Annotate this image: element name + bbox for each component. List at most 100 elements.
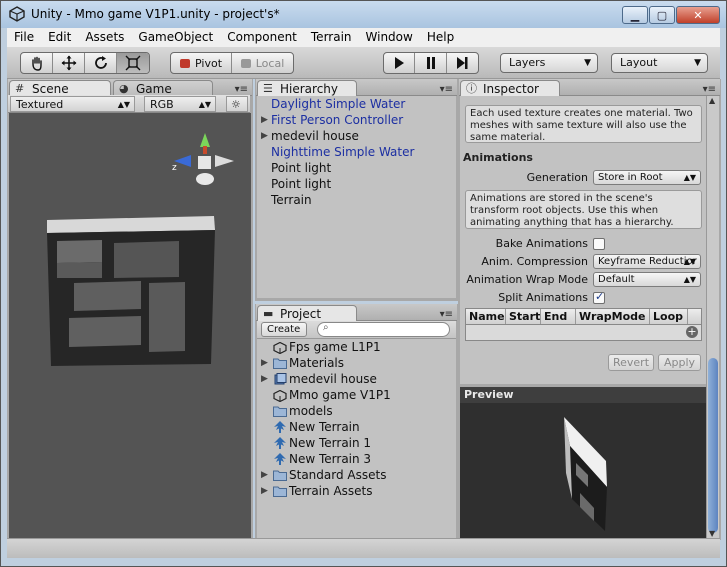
tab-scene[interactable]: # Scene [9,80,111,96]
pause-button[interactable] [415,53,447,73]
menu-edit[interactable]: Edit [41,28,78,47]
layout-dropdown[interactable]: Layout ▼ [611,53,708,73]
render-mode-value: Textured [16,98,64,111]
project-item[interactable]: medevil house [289,371,377,387]
revert-button[interactable]: Revert [608,354,654,371]
project-item[interactable]: Terrain Assets [289,483,373,499]
project-item[interactable]: Fps game L1P1 [289,339,381,355]
menu-window[interactable]: Window [359,28,420,47]
foldout-arrow-icon[interactable]: ▶ [261,358,268,368]
terrain-tree-icon [274,421,286,433]
wrap-mode-dropdown[interactable]: Default ▲▼ [593,272,701,287]
gizmo-z-label: z [172,163,177,173]
tab-project[interactable]: ▬ Project [257,305,357,321]
tab-game[interactable]: ◕ Game [113,80,213,96]
menu-help[interactable]: Help [420,28,461,47]
scroll-down-icon[interactable]: ▼ [709,529,715,538]
foldout-arrow-icon[interactable]: ▶ [261,374,268,384]
preview-viewport[interactable] [460,403,706,538]
tab-inspector[interactable]: ⓘ Inspector [460,80,560,96]
project-item[interactable]: models [289,403,333,419]
rotate-tool-button[interactable] [85,53,117,73]
hierarchy-item[interactable]: Nighttime Simple Water [271,144,414,160]
create-dropdown[interactable]: Create ▼ [261,322,307,348]
menu-file[interactable]: File [7,28,41,47]
project-item[interactable]: Materials [289,355,344,371]
move-tool-button[interactable] [53,53,85,73]
apply-button[interactable]: Apply [658,354,701,371]
preview-header[interactable]: Preview [460,387,706,403]
play-button[interactable] [384,53,416,73]
clips-col-end[interactable]: End [541,309,576,324]
hierarchy-item[interactable]: Daylight Simple Water [271,96,405,112]
house-model [47,216,215,233]
panel-menu-icon[interactable]: ▾≡ [703,84,716,95]
scene-viewport[interactable]: z [9,113,251,538]
hierarchy-item[interactable]: Point light [271,160,331,176]
hierarchy-item[interactable]: medevil house [271,128,359,144]
clips-col-start[interactable]: Start [506,309,541,324]
clips-col-name[interactable]: Name [466,309,506,324]
project-tabbar: ▬ Project ▾≡ [256,304,457,321]
lighting-toggle[interactable]: ☼ [226,96,248,112]
local-button[interactable]: Local [232,53,293,73]
add-clip-button[interactable]: + [686,326,698,338]
project-item[interactable]: Standard Assets [289,467,386,483]
project-item[interactable]: Mmo game V1P1 [289,387,391,403]
game-pacman-icon: ◕ [119,82,129,95]
close-button[interactable]: ✕ [676,6,720,24]
inspector-scrollbar[interactable]: ▲ ▼ [706,96,719,538]
generation-value: Store in Root [598,172,663,183]
chevron-updown-icon: ▲▼ [683,275,696,284]
folder-icon [273,470,287,481]
split-animations-checkbox[interactable]: ✓ [593,290,605,304]
wrap-mode-label: Animation Wrap Mode [466,273,588,286]
menu-terrain[interactable]: Terrain [304,28,359,47]
foldout-arrow-icon[interactable]: ▶ [261,470,268,480]
scrollbar-thumb[interactable] [708,358,718,533]
minimize-button[interactable]: ▁ [622,6,648,24]
panel-menu-icon[interactable]: ▾≡ [440,84,453,95]
foldout-arrow-icon[interactable]: ▶ [261,115,268,125]
hand-tool-button[interactable] [21,53,53,73]
menu-component[interactable]: Component [220,28,304,47]
project-item[interactable]: New Terrain 1 [289,435,371,451]
pivot-button[interactable]: Pivot [171,53,233,73]
anim-compression-dropdown[interactable]: Keyframe Reductior ▲▼ [593,254,701,269]
render-mode-dropdown[interactable]: Textured ▲▼ [10,96,135,112]
hierarchy-item[interactable]: First Person Controller [271,112,403,128]
tab-hierarchy[interactable]: ☰ Hierarchy [257,80,357,96]
scroll-up-icon[interactable]: ▲ [709,96,715,105]
anim-compression-label: Anim. Compression [481,255,588,268]
scale-tool-button[interactable] [117,53,149,73]
tab-project-label: Project [280,307,322,321]
anim-compression-value: Keyframe Reductior [598,256,697,267]
color-mode-dropdown[interactable]: RGB ▲▼ [144,96,216,112]
project-search-input[interactable]: ⌕ [317,322,450,337]
panel-menu-icon[interactable]: ▾≡ [440,309,453,320]
clips-col-wrapmode[interactable]: WrapMode [576,309,650,324]
chevron-down-icon: ▼ [584,58,591,68]
project-item[interactable]: New Terrain [289,419,360,435]
menu-assets[interactable]: Assets [78,28,131,47]
scene-render: z [47,133,234,366]
clips-col-loop[interactable]: Loop [650,309,688,324]
inspector-tabbar: ⓘ Inspector ▾≡ [459,79,720,96]
hierarchy-item[interactable]: Terrain [271,192,312,208]
play-icon [395,57,405,69]
hierarchy-item[interactable]: Point light [271,176,331,192]
project-item[interactable]: New Terrain 3 [289,451,371,467]
menu-gameobject[interactable]: GameObject [131,28,220,47]
step-icon [457,57,468,69]
step-button[interactable] [447,53,478,73]
foldout-arrow-icon[interactable]: ▶ [261,486,268,496]
foldout-arrow-icon[interactable]: ▶ [261,131,268,141]
generation-dropdown[interactable]: Store in Root ▲▼ [593,170,701,185]
maximize-button[interactable]: ▢ [649,6,675,24]
inspector-content: Each used texture creates one material. … [460,96,706,384]
scene-orientation-gizmo[interactable]: z [172,133,234,185]
layers-dropdown[interactable]: Layers ▼ [500,53,598,73]
panel-menu-icon[interactable]: ▾≡ [235,84,248,95]
bake-animations-checkbox[interactable] [593,238,605,250]
layout-label: Layout [620,56,658,69]
